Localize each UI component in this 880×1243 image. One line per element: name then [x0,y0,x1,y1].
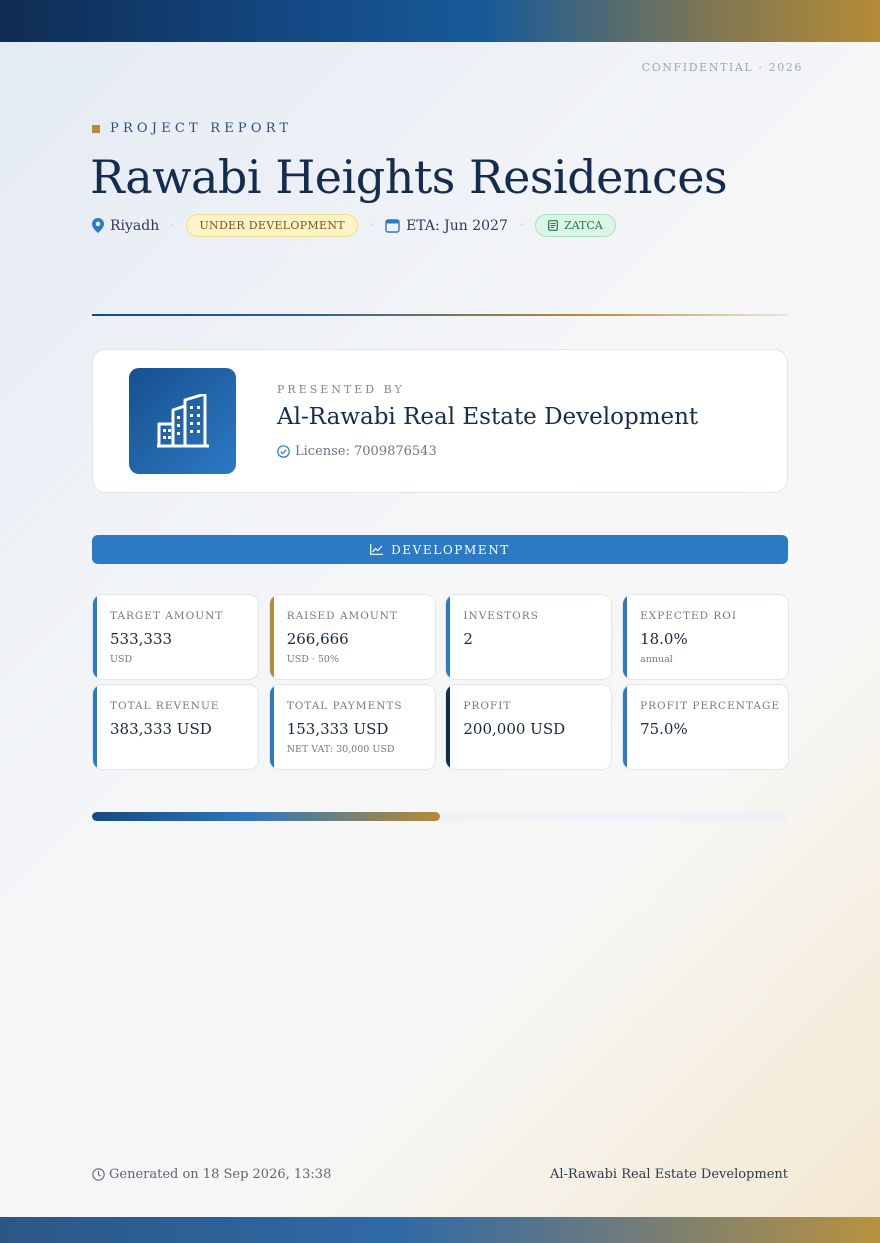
metric-sub: USD [110,654,133,665]
metric-card-total-payments: TOTAL PAYMENTS 153,333 USD NET VAT: 30,0… [268,684,436,770]
license-number: License: 7009876543 [277,444,437,459]
eta-label: ETA: Jun 2027 [406,217,508,234]
eyebrow-square-icon [92,124,100,133]
status-badge: UNDER DEVELOPMENT [186,214,358,237]
project-title: Rawabi Heights Residences [90,150,728,204]
bottom-accent-bar [0,1217,880,1243]
metric-card-profit: PROFIT 200,000 USD [445,684,613,770]
metric-value: 2 [463,630,473,648]
metric-card-raised-amount: RAISED AMOUNT 266,666 USD · 50% [268,594,436,680]
card-accent [446,595,451,679]
metric-label: TOTAL REVENUE [110,700,220,712]
metric-label: INVESTORS [463,610,539,622]
meta-separator: · [171,220,175,231]
project-meta-row: Riyadh · UNDER DEVELOPMENT · ETA: Jun 20… [92,214,616,237]
metric-label: TARGET AMOUNT [110,610,224,622]
metric-card-investors: INVESTORS 2 [445,594,613,680]
license-label: License: 7009876543 [295,444,437,459]
card-accent [93,685,97,769]
report-eyebrow: PROJECT REPORT [92,121,292,136]
funding-progress-fill [92,812,440,821]
company-name: Al-Rawabi Real Estate Development [277,404,699,430]
card-accent [446,685,451,769]
metric-sub: annual [640,654,673,665]
card-accent [623,595,628,679]
metric-card-total-revenue: TOTAL REVENUE 383,333 USD [92,684,259,770]
card-accent [269,595,274,679]
compliance-label: ZATCA [564,219,603,232]
metrics-grid: TARGET AMOUNT 533,333 USD RAISED AMOUNT … [92,594,790,770]
top-accent-bar [0,0,880,42]
presented-by-label: PRESENTED BY [277,383,405,396]
metric-value: 200,000 USD [463,720,566,738]
metric-value: 533,333 [110,630,173,648]
meta-separator: · [519,220,524,231]
eta: ETA: Jun 2027 [385,218,508,234]
check-circle-icon [277,445,290,458]
metric-value: 18.0% [640,630,688,648]
map-pin-icon [92,218,104,233]
metric-value: 153,333 USD [286,720,389,738]
funding-progress-bar [92,812,788,821]
metric-label: TOTAL PAYMENTS [286,700,403,712]
section-label: DEVELOPMENT [391,542,510,557]
metric-label: EXPECTED ROI [640,610,738,622]
card-accent [269,685,274,769]
generated-label: Generated on 18 Sep 2026, 13:38 [109,1167,332,1182]
metric-value: 383,333 USD [110,720,212,738]
metric-value: 75.0% [640,720,688,738]
location-label: Riyadh [110,217,160,234]
metric-card-profit-percentage: PROFIT PERCENTAGE 75.0% [622,684,790,770]
metric-value: 266,666 [286,630,349,648]
section-header-development: DEVELOPMENT [92,535,788,564]
building-icon [156,394,209,448]
card-accent [93,595,97,679]
generated-timestamp: Generated on 18 Sep 2026, 13:38 [92,1167,331,1182]
chart-line-icon [370,544,384,555]
meta-separator: · [369,220,374,231]
footer-company: Al-Rawabi Real Estate Development [549,1167,788,1182]
compliance-badge: ZATCA [535,214,616,237]
eyebrow-label: PROJECT REPORT [110,121,293,136]
metric-label: RAISED AMOUNT [286,610,398,622]
metric-label: PROFIT PERCENTAGE [640,700,781,712]
header-divider [92,314,788,316]
metric-sub: USD · 50% [286,654,339,665]
metric-label: PROFIT [463,700,512,712]
receipt-icon [548,220,558,231]
metric-sub: NET VAT: 30,000 USD [286,744,395,755]
confidential-label: CONFIDENTIAL · 2026 [641,61,803,74]
calendar-icon [385,219,400,233]
metric-card-target-amount: TARGET AMOUNT 533,333 USD [92,594,259,680]
presenter-card: PRESENTED BY Al-Rawabi Real Estate Devel… [92,349,788,493]
metric-card-expected-roi: EXPECTED ROI 18.0% annual [622,594,790,680]
card-accent [623,685,628,769]
clock-icon [92,1168,105,1181]
company-logo [129,368,236,474]
location: Riyadh [92,218,159,234]
